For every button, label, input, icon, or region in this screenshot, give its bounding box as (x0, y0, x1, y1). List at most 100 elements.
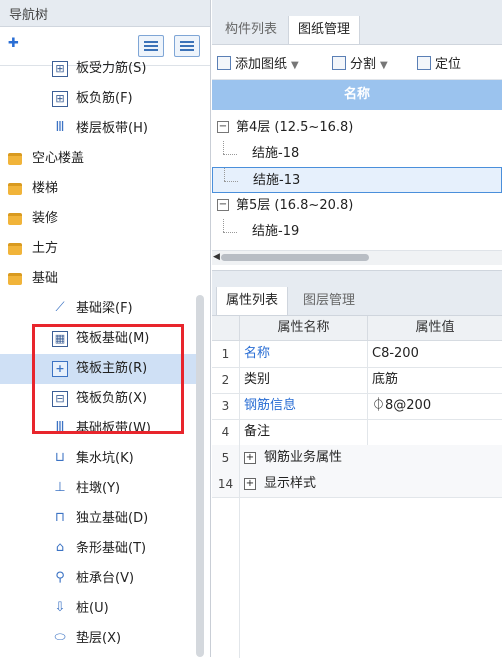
cushion-icon: ⬭ (54, 630, 66, 645)
drawing-list: − 第4层 (12.5~16.8) 结施-18 结施-13− 第5层 (16.8~20.… (212, 111, 502, 249)
collapse-icon[interactable]: − (217, 121, 229, 133)
add-drawing-icon (217, 56, 231, 70)
collapse-icon[interactable]: − (217, 199, 229, 211)
tree-item-label: 基础 (32, 271, 59, 286)
pile-cap-icon: ⚲ (55, 570, 65, 585)
tree-item-label: 集水坑(K) (76, 451, 134, 466)
tree-item-label: 独立基础(D) (76, 511, 149, 526)
tab-drawing-management[interactable]: 图纸管理 (288, 16, 361, 44)
row-number: 4 (212, 419, 240, 445)
tree-connector (223, 219, 224, 232)
tree-item-label: 桩承台(V) (76, 571, 135, 586)
tree-item[interactable]: 基础 (0, 264, 196, 294)
tree-item-label: 板负筋(F) (76, 91, 133, 106)
property-group-name: 钢筋业务属性 (264, 450, 343, 465)
property-row[interactable]: 5 + 钢筋业务属性 (212, 445, 502, 472)
tree-item[interactable]: Ⅲ 楼层板带(H) (0, 114, 196, 144)
tree-item[interactable]: ⊔ 集水坑(K) (0, 444, 196, 474)
tab-property-list[interactable]: 属性列表 (216, 287, 289, 315)
property-value-header[interactable]: 属性值 (368, 316, 502, 340)
tree-connector (223, 154, 237, 155)
tree-item[interactable]: ⊥ 柱墩(Y) (0, 474, 196, 504)
tree-item[interactable]: ⚲ 桩承台(V) (0, 564, 196, 594)
tree-item[interactable]: 装修 (0, 204, 196, 234)
property-group-name: 显示样式 (264, 476, 317, 491)
scroll-thumb[interactable] (221, 254, 369, 261)
property-row[interactable]: 3 钢筋信息 ⏀8@200 (212, 393, 502, 420)
locate-icon (417, 56, 431, 70)
tree-item[interactable]: ⊓ 独立基础(D) (0, 504, 196, 534)
tree-item-label: 空心楼盖 (32, 151, 85, 166)
panel-caption-bar (212, 271, 502, 287)
locate-button[interactable]: 定位 (417, 53, 461, 72)
highlight-box (32, 324, 184, 434)
property-name: 类别 (244, 372, 271, 387)
tree-item[interactable]: 土方 (0, 234, 196, 264)
drawing-row[interactable]: 结施-13 (212, 167, 502, 193)
property-name-header[interactable]: 属性名称 (240, 316, 368, 340)
column-divider (367, 367, 368, 393)
folder-icon (8, 213, 22, 225)
tree-item-label: 桩(U) (76, 601, 109, 616)
property-table-empty-area (239, 497, 502, 658)
column-divider (367, 419, 368, 445)
tree-item[interactable]: 楼梯 (0, 174, 196, 204)
property-value[interactable]: C8-200 (372, 341, 419, 367)
property-row[interactable]: 4 备注 (212, 419, 502, 446)
scroll-left-icon[interactable]: ◀ (213, 252, 220, 262)
tree-item[interactable]: ⬭ 垫层(X) (0, 624, 196, 654)
column-divider (367, 393, 368, 419)
tree-item-label: 柱墩(Y) (76, 481, 121, 496)
chevron-down-icon: ▼ (380, 60, 388, 71)
tree-item-label: 楼梯 (32, 181, 59, 196)
tree-item[interactable]: ⟋ 基础梁(F) (0, 294, 196, 324)
property-name: 钢筋信息 (244, 398, 297, 413)
folder-icon (8, 183, 22, 195)
tab-layer-management[interactable]: 图层管理 (294, 287, 364, 315)
table-icon (180, 41, 194, 51)
drawing-label: 结施-19 (252, 224, 300, 239)
add-icon[interactable]: ✚ (8, 36, 19, 51)
drawing-column-header[interactable]: 名称 (212, 80, 502, 110)
tree-item[interactable]: ⇩ 桩(U) (0, 594, 196, 624)
floor-group-row[interactable]: − 第4层 (12.5~16.8) (212, 115, 502, 141)
tree-item[interactable]: ⊞ 板受力筋(S) (0, 54, 196, 84)
expand-icon[interactable]: + (244, 452, 256, 464)
split-button[interactable]: 分割 ▼ (332, 53, 388, 72)
pile-icon: ⇩ (54, 600, 66, 615)
nav-header: 导航树 (0, 0, 210, 27)
beam-icon: ⟋ (55, 300, 65, 315)
property-name: 备注 (244, 424, 271, 439)
chevron-down-icon: ▼ (291, 60, 299, 71)
drawing-hscrollbar[interactable]: ◀ (212, 250, 502, 265)
folder-icon (8, 153, 22, 165)
tree-item[interactable]: ⊞ 板负筋(F) (0, 84, 196, 114)
property-value[interactable]: 底筋 (372, 367, 398, 393)
tree-item-label: 装修 (32, 211, 59, 226)
nav-scrollbar[interactable] (196, 295, 204, 657)
tree-item[interactable]: 空心楼盖 (0, 144, 196, 174)
drawing-row[interactable]: 结施-19 (212, 219, 502, 245)
tree-item-label: 条形基础(T) (76, 541, 147, 556)
tree-item-label: 基础梁(F) (76, 301, 133, 316)
tree-connector (224, 181, 238, 182)
tree-item-label: 楼层板带(H) (76, 121, 148, 136)
expand-icon[interactable]: + (244, 478, 256, 490)
folder-icon (8, 243, 22, 255)
tab-component-list[interactable]: 构件列表 (216, 16, 286, 44)
drawing-label: 结施-18 (252, 146, 300, 161)
sump-icon: ⊔ (54, 450, 66, 465)
add-drawing-button[interactable]: 添加图纸 ▼ (217, 53, 299, 72)
row-number: 5 (212, 445, 240, 471)
column-icon: Ⅲ (55, 120, 65, 135)
property-row[interactable]: 2 类别 底筋 (212, 367, 502, 394)
floor-group-row[interactable]: − 第5层 (16.8~20.8) (212, 193, 502, 219)
property-value[interactable]: ⏀8@200 (372, 393, 431, 419)
property-row[interactable]: 14 + 显示样式 (212, 471, 502, 498)
drawing-row[interactable]: 结施-18 (212, 141, 502, 167)
tree-item-label: 土方 (32, 241, 59, 256)
tree-item[interactable]: ⌂ 条形基础(T) (0, 534, 196, 564)
panel-caption-bar (212, 0, 502, 16)
property-row[interactable]: 1 名称 C8-200 (212, 341, 502, 368)
folder-open-icon (8, 273, 22, 285)
